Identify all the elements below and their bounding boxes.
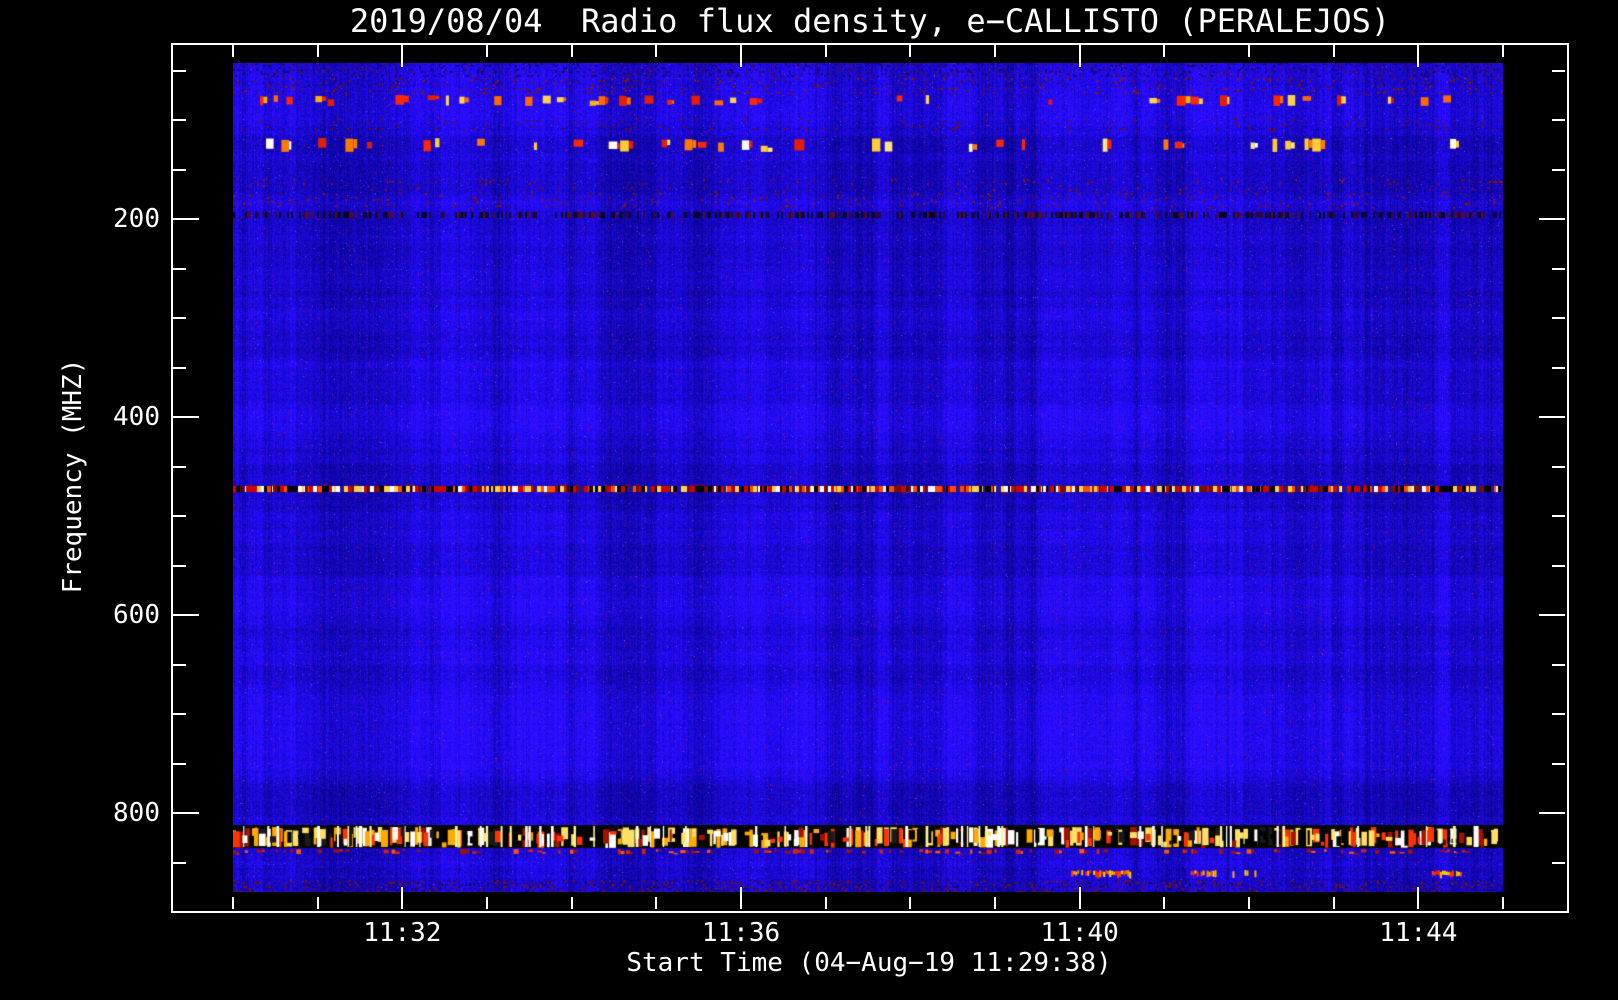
x-axis-tick-minor xyxy=(1163,45,1165,57)
y-axis-tick-minor xyxy=(1552,367,1565,369)
x-tick-label: 11:32 xyxy=(363,918,442,948)
y-axis-tick-minor xyxy=(173,169,186,171)
y-axis-tick-major xyxy=(1539,614,1565,616)
y-axis-tick-major xyxy=(173,416,199,418)
y-axis-tick-minor xyxy=(1552,268,1565,270)
y-axis-title: Frequency (MHZ) xyxy=(58,358,88,594)
y-axis-tick-major xyxy=(1539,218,1565,220)
x-axis-tick-minor xyxy=(1502,45,1504,57)
x-axis-tick-minor xyxy=(317,897,319,909)
x-axis-tick-minor xyxy=(571,897,573,909)
x-axis-tick-minor xyxy=(486,45,488,57)
x-axis-tick-minor xyxy=(1333,45,1335,57)
x-tick-label: 11:44 xyxy=(1379,918,1458,948)
y-axis-tick-minor xyxy=(173,713,186,715)
y-axis-tick-minor xyxy=(173,664,186,666)
y-axis-tick-major xyxy=(173,614,199,616)
y-axis-tick-major xyxy=(173,218,199,220)
x-axis-tick-major xyxy=(1079,887,1081,909)
x-axis-tick-minor xyxy=(825,897,827,909)
y-axis-tick-minor xyxy=(173,565,186,567)
y-axis-tick-minor xyxy=(1552,169,1565,171)
x-axis-tick-major xyxy=(401,45,403,67)
chart-title: 2019/08/04 Radio flux density, e−CALLIST… xyxy=(349,2,1391,40)
y-axis-tick-minor xyxy=(173,119,186,121)
y-axis-tick-minor xyxy=(173,367,186,369)
x-axis-tick-major xyxy=(1417,45,1419,67)
y-axis-tick-minor xyxy=(1552,763,1565,765)
spectrogram-page: 2019/08/04 Radio flux density, e−CALLIST… xyxy=(0,0,1618,1000)
x-axis-tick-major xyxy=(740,887,742,909)
y-tick-label: 200 xyxy=(113,204,160,234)
y-axis-tick-minor xyxy=(1552,664,1565,666)
x-axis-tick-minor xyxy=(571,45,573,57)
y-axis-tick-minor xyxy=(173,862,186,864)
x-axis-tick-minor xyxy=(317,45,319,57)
x-axis-title: Start Time (04−Aug−19 11:29:38) xyxy=(626,948,1112,978)
x-axis-tick-major xyxy=(1417,887,1419,909)
x-axis-tick-minor xyxy=(1248,897,1250,909)
y-axis-tick-minor xyxy=(1552,119,1565,121)
x-axis-tick-minor xyxy=(1248,45,1250,57)
y-axis-tick-major xyxy=(1539,416,1565,418)
x-axis-tick-minor xyxy=(1163,897,1165,909)
y-axis-tick-major xyxy=(1539,812,1565,814)
x-tick-label: 11:36 xyxy=(701,918,781,948)
y-axis-tick-minor xyxy=(173,268,186,270)
y-axis-tick-minor xyxy=(1552,317,1565,319)
y-tick-label: 600 xyxy=(113,600,160,630)
y-axis-tick-minor xyxy=(1552,70,1565,72)
x-axis-tick-minor xyxy=(1333,897,1335,909)
y-tick-label: 400 xyxy=(113,402,160,432)
x-axis-tick-major xyxy=(1079,45,1081,67)
y-axis-tick-major xyxy=(173,812,199,814)
y-axis-tick-minor xyxy=(1552,713,1565,715)
y-axis-tick-minor xyxy=(1552,565,1565,567)
y-axis-tick-minor xyxy=(173,466,186,468)
y-axis-tick-minor xyxy=(1552,466,1565,468)
x-axis-tick-minor xyxy=(994,897,996,909)
y-axis-tick-minor xyxy=(173,317,186,319)
y-axis-tick-minor xyxy=(1552,515,1565,517)
x-axis-tick-minor xyxy=(909,897,911,909)
x-axis-tick-minor xyxy=(486,897,488,909)
x-axis-tick-major xyxy=(740,45,742,67)
x-axis-tick-minor xyxy=(994,45,996,57)
x-axis-tick-minor xyxy=(909,45,911,57)
y-axis-tick-minor xyxy=(1552,862,1565,864)
plot-frame xyxy=(171,43,1569,913)
x-axis-tick-minor xyxy=(232,897,234,909)
x-axis-tick-minor xyxy=(1502,897,1504,909)
x-axis-tick-minor xyxy=(825,45,827,57)
x-axis-tick-minor xyxy=(655,45,657,57)
x-axis-tick-minor xyxy=(655,897,657,909)
x-tick-label: 11:40 xyxy=(1040,918,1119,948)
x-axis-tick-minor xyxy=(232,45,234,57)
y-axis-tick-minor xyxy=(173,515,186,517)
y-axis-tick-minor xyxy=(173,763,186,765)
y-tick-label: 800 xyxy=(113,798,160,828)
x-axis-tick-major xyxy=(401,887,403,909)
y-axis-tick-minor xyxy=(173,70,186,72)
